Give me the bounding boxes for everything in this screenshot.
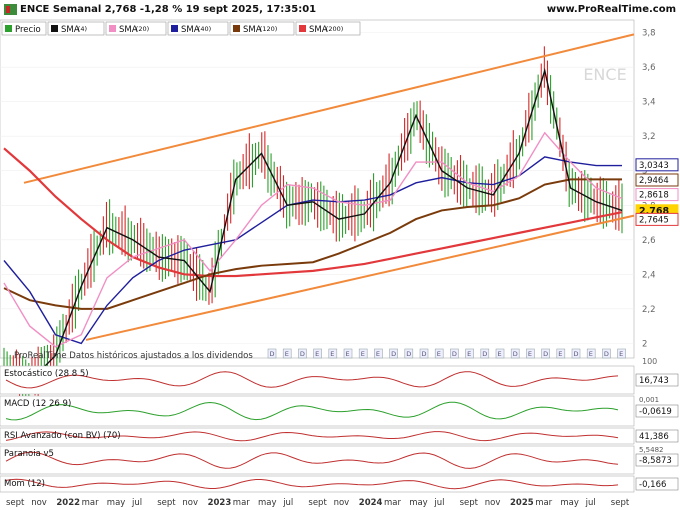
legend-param: (20)	[136, 25, 149, 33]
x-tick-label: nov	[485, 498, 501, 508]
event-marker-label: D	[452, 350, 457, 358]
price-label: 3,0343	[639, 161, 669, 171]
event-marker-label: E	[330, 350, 334, 358]
x-tick-label: nov	[31, 498, 47, 508]
x-tick-label: sept	[6, 498, 25, 508]
legend: Precio SMA(4) SMA(20) SMA(40) SMA(120) SMA(20…	[1, 21, 361, 36]
event-marker-label: E	[558, 350, 562, 358]
event-marker-label: D	[391, 350, 396, 358]
x-tick-label: mar	[535, 498, 552, 508]
indicator-value: 16,743	[639, 376, 669, 386]
chart-canvas: ENCE 3,83,63,43,232,82,62,42,22 3,03432,…	[0, 19, 679, 508]
indicator-value: -8,5873	[639, 456, 672, 466]
watermark: ENCE	[583, 65, 626, 84]
x-tick-label: may	[258, 498, 277, 508]
indicator-panels: Estocástico (28 8 5) 16,743 100 MACD (12 26…	[0, 357, 679, 493]
x-tick-label: 2022	[56, 498, 80, 508]
event-marker-label: D	[513, 350, 518, 358]
indicator-label: Mom (12)	[4, 479, 45, 489]
indicator-label: Paranoia v5	[4, 449, 54, 459]
price-labels: 3,03432,94642,86182,7682,7645	[635, 158, 679, 226]
indicator-label: MACD (12 26 9)	[4, 399, 71, 409]
legend-param: (4)	[78, 25, 87, 33]
x-tick-label: jul	[282, 498, 293, 508]
x-tick-label: may	[560, 498, 579, 508]
x-tick-label: jul	[585, 498, 596, 508]
legend-label: Precio	[15, 25, 41, 35]
x-tick-label: may	[409, 498, 428, 508]
x-tick-label: nov	[334, 498, 350, 508]
x-tick-label: nov	[182, 498, 198, 508]
event-marker-label: D	[300, 350, 305, 358]
indicator-panel	[0, 395, 635, 427]
indicator-extra: 0,001	[639, 396, 659, 404]
x-tick-label: mar	[233, 498, 250, 508]
event-marker-label: D	[422, 350, 427, 358]
event-marker-label: E	[376, 350, 380, 358]
x-tick-label: sept	[308, 498, 327, 508]
event-marker-label: E	[285, 350, 289, 358]
price-label: 2,9464	[639, 176, 669, 186]
price-label: 2,7645	[639, 215, 669, 225]
indicator-label: RSI Avanzado (con BV) (70)	[4, 431, 121, 441]
indicator-value: 41,386	[639, 432, 669, 442]
event-marker-label: E	[589, 350, 593, 358]
x-tick-label: 2025	[510, 498, 534, 508]
y-tick-label: 3,6	[642, 63, 656, 73]
x-tick-label: jul	[131, 498, 142, 508]
event-marker-label: D	[482, 350, 487, 358]
y-tick-label: 3,4	[642, 98, 656, 108]
footnote: ProRealTime Datos históricos ajustados a…	[14, 350, 253, 361]
legend-swatch	[299, 25, 306, 32]
event-marker-label: E	[346, 350, 350, 358]
x-tick-label: jul	[433, 498, 444, 508]
x-tick-label: sept	[157, 498, 176, 508]
y-tick-label: 3,8	[642, 29, 656, 39]
legend-swatch	[171, 25, 178, 32]
main-plot-area	[0, 19, 635, 359]
x-tick-label: sept	[460, 498, 479, 508]
indicator-label: Estocástico (28 8 5)	[4, 369, 89, 379]
event-marker-label: D	[604, 350, 609, 358]
legend-swatch	[5, 25, 12, 32]
event-marker-label: E	[528, 350, 532, 358]
legend-param: (120)	[260, 25, 277, 33]
x-tick-label: 2024	[359, 498, 383, 508]
event-marker-label: D	[574, 350, 579, 358]
indicator-value: -0,0619	[639, 407, 672, 417]
legend-swatch	[233, 25, 240, 32]
indicator-extra: 5,5482	[639, 446, 664, 454]
event-marker-label: D	[406, 350, 411, 358]
event-marker-label: D	[270, 350, 275, 358]
event-marker-label: E	[467, 350, 471, 358]
x-tick-label: 2023	[208, 498, 232, 508]
y-tick-label: 3,2	[642, 132, 656, 142]
indicator-panel	[0, 445, 635, 475]
event-marker-label: E	[498, 350, 502, 358]
event-marker-label: E	[619, 350, 623, 358]
indicator-scale: 100	[642, 357, 657, 366]
legend-param: (40)	[198, 25, 211, 33]
x-tick-label: mar	[384, 498, 401, 508]
y-tick-label: 2	[642, 339, 647, 349]
x-tick-label: sept	[611, 498, 630, 508]
y-tick-label: 2,2	[642, 305, 656, 315]
legend-param: (200)	[326, 25, 343, 33]
time-axis: sept nov 2022 mar may jul sept nov 2023 mar may jul…	[6, 498, 630, 508]
legend-swatch	[109, 25, 116, 32]
legend-swatch	[51, 25, 58, 32]
x-tick-label: mar	[82, 498, 99, 508]
event-marker-label: E	[361, 350, 365, 358]
price-label: 2,8618	[639, 191, 669, 201]
event-marker-label: D	[543, 350, 548, 358]
y-tick-label: 2,6	[642, 236, 656, 246]
y-tick-label: 2,4	[642, 270, 656, 280]
indicator-value: -0,166	[639, 480, 666, 490]
event-marker-label: E	[315, 350, 319, 358]
x-tick-label: may	[107, 498, 126, 508]
event-marker-label: E	[437, 350, 441, 358]
